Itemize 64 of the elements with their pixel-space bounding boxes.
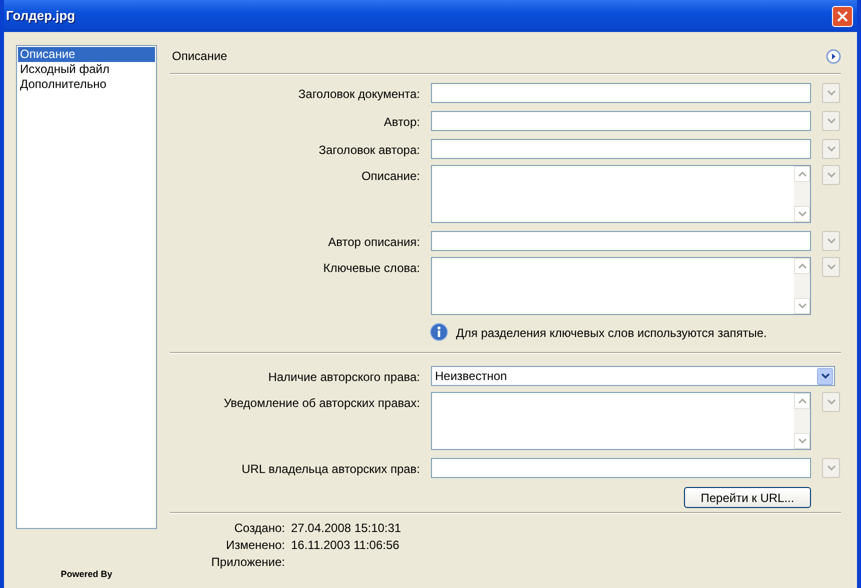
powered-by-text: Powered By bbox=[60, 569, 114, 580]
info-value: 27.04.2008 15:10:31 bbox=[291, 521, 402, 536]
scroll-down-icon[interactable] bbox=[794, 206, 810, 222]
chevron-down-icon bbox=[826, 172, 836, 178]
arrow-down-icon bbox=[798, 438, 806, 444]
info-icon bbox=[429, 323, 449, 343]
hint-text: Для разделения ключевых слов используются запятые. bbox=[456, 325, 767, 342]
info-label: Приложение: bbox=[210, 555, 285, 570]
text-area[interactable] bbox=[431, 392, 811, 450]
text-area[interactable] bbox=[431, 257, 811, 315]
scroll-down-icon[interactable] bbox=[794, 433, 810, 449]
history-dropdown-button[interactable] bbox=[822, 83, 840, 103]
section-title: Описание bbox=[172, 48, 228, 65]
caret-icon bbox=[817, 368, 833, 384]
category-item[interactable]: Дополнительно bbox=[18, 77, 155, 92]
field-label: Ключевые слова: bbox=[322, 260, 420, 277]
go-to-url-button[interactable]: Перейти к URL... bbox=[684, 487, 811, 508]
history-dropdown-button[interactable] bbox=[822, 111, 840, 131]
field-label: Заголовок автора: bbox=[318, 142, 420, 159]
input-field[interactable] bbox=[431, 231, 811, 251]
arrow-down-icon bbox=[798, 211, 806, 217]
chevron-down-icon bbox=[826, 264, 836, 270]
scroll-down-icon[interactable] bbox=[794, 298, 810, 314]
chevron-down-icon bbox=[826, 399, 836, 405]
field-label: Заголовок документа: bbox=[297, 86, 420, 103]
chevron-down-icon bbox=[826, 90, 836, 96]
arrow-down-icon bbox=[798, 303, 806, 309]
category-item[interactable]: Исходный файл bbox=[18, 62, 155, 77]
info-value: 16.11.2003 11:06:56 bbox=[291, 538, 400, 553]
info-label: Изменено: bbox=[225, 538, 285, 553]
input-field[interactable] bbox=[431, 83, 811, 103]
scrollbar[interactable] bbox=[794, 258, 810, 314]
chevron-down-icon bbox=[826, 146, 836, 152]
history-dropdown-button[interactable] bbox=[822, 165, 840, 185]
dropdown[interactable]: Неизвестноn bbox=[431, 366, 835, 386]
scroll-up-icon[interactable] bbox=[794, 258, 810, 274]
chevron-down-icon bbox=[826, 238, 836, 244]
scroll-up-icon[interactable] bbox=[794, 166, 810, 182]
field-label: Уведомление об авторских правах: bbox=[222, 395, 420, 412]
chevron-down-icon bbox=[826, 118, 836, 124]
close-button[interactable] bbox=[832, 6, 853, 26]
input-field[interactable] bbox=[431, 139, 811, 159]
history-dropdown-button[interactable] bbox=[822, 231, 840, 251]
history-dropdown-button[interactable] bbox=[822, 257, 840, 277]
chevron-down-icon bbox=[826, 465, 836, 471]
history-dropdown-button[interactable] bbox=[822, 458, 840, 478]
input-field[interactable] bbox=[431, 111, 811, 131]
scrollbar[interactable] bbox=[794, 166, 810, 222]
input-field[interactable] bbox=[431, 458, 811, 478]
field-label: Автор: bbox=[382, 114, 420, 131]
field-label: Описание: bbox=[360, 168, 420, 185]
field-label: Наличие авторского права: bbox=[267, 369, 420, 386]
dropdown-value: Неизвестноn bbox=[435, 368, 507, 385]
scrollbar[interactable] bbox=[794, 393, 810, 449]
info-label: Создано: bbox=[233, 521, 285, 536]
scroll-up-icon[interactable] bbox=[794, 393, 810, 409]
field-label: URL владельца авторских прав: bbox=[240, 461, 420, 478]
category-item[interactable]: Описание bbox=[18, 47, 155, 62]
field-label: Автор описания: bbox=[327, 234, 420, 251]
history-dropdown-button[interactable] bbox=[822, 139, 840, 159]
close-icon bbox=[837, 10, 848, 22]
text-area[interactable] bbox=[431, 165, 811, 223]
window-title: Голдер.jpg bbox=[6, 7, 76, 26]
history-dropdown-button[interactable] bbox=[822, 392, 840, 412]
